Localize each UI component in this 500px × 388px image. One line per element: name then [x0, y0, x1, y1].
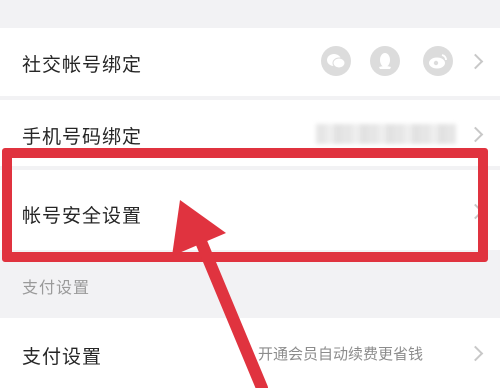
social-binding-row[interactable]: 社交帐号绑定 [0, 28, 500, 96]
social-binding-label: 社交帐号绑定 [22, 54, 143, 76]
weibo-icon [423, 46, 453, 76]
wechat-icon [321, 46, 351, 76]
phone-number-value-blurred [316, 124, 456, 144]
phone-binding-label: 手机号码绑定 [22, 126, 143, 148]
chevron-right-icon [467, 126, 484, 143]
payment-settings-row[interactable]: 支付设置 [0, 318, 500, 388]
highlight-box [2, 148, 488, 262]
section-header: 支付设置 [22, 278, 91, 297]
chevron-right-icon [467, 345, 484, 362]
payment-settings-label: 支付设置 [22, 346, 103, 368]
payment-settings-hint: 开通会员自动续费更省钱 [258, 345, 424, 363]
qq-icon [370, 46, 400, 76]
chevron-right-icon [467, 53, 484, 70]
